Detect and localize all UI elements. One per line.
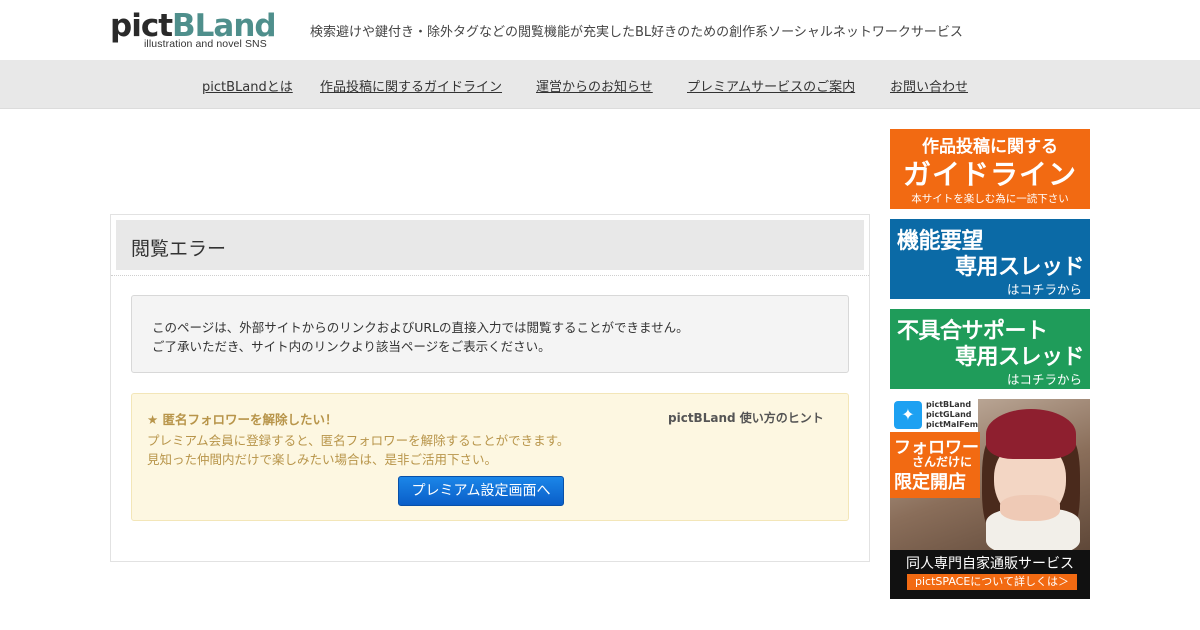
pictspace-details-link[interactable]: pictSPACEについて詳しくは＞ bbox=[907, 574, 1077, 590]
banner-photo-hat bbox=[986, 409, 1076, 459]
sns-box: ✦ pictBLand pictGLand pictMalFem bbox=[890, 399, 978, 432]
guideline-banner-line-2: ガイドライン bbox=[902, 158, 1077, 191]
site-tagline: 検索避けや鍵付き・除外タグなどの閲覧機能が充実したBL好きのための創作系ソーシャ… bbox=[310, 25, 963, 40]
feature-request-line-2: 専用スレッド bbox=[954, 255, 1085, 280]
feature-request-line-3: はコチラから bbox=[1006, 282, 1082, 297]
follower-line-3: 限定開店 bbox=[894, 472, 966, 493]
sns-name-3: pictMalFem bbox=[926, 420, 979, 429]
site-logo[interactable]: pictBLand illustration and novel SNS bbox=[110, 8, 277, 52]
banner-photo-hands bbox=[1000, 495, 1060, 521]
bug-support-banner[interactable]: 不具合サポート 専用スレッド はコチラから bbox=[890, 309, 1090, 389]
sns-name-2: pictGLand bbox=[926, 410, 972, 419]
error-panel: 閲覧エラー このページは、外部サイトからのリンクおよびURLの直接入力では閲覧す… bbox=[110, 214, 870, 562]
hint-title: ★ 匿名フォロワーを解除したい！ bbox=[147, 412, 338, 427]
bug-support-line-2: 専用スレッド bbox=[954, 345, 1085, 370]
feature-request-banner[interactable]: 機能要望 専用スレッド はコチラから bbox=[890, 219, 1090, 299]
nav-item-about[interactable]: pictBLandとは bbox=[202, 76, 293, 95]
panel-divider bbox=[111, 275, 869, 276]
pictspace-banner[interactable]: ✦ pictBLand pictGLand pictMalFem フォロワー さ… bbox=[890, 399, 1090, 599]
follower-only-box: フォロワー さんだけに 限定開店 bbox=[890, 432, 980, 498]
logo-subtitle: illustration and novel SNS bbox=[144, 38, 267, 50]
panel-header: 閲覧エラー bbox=[116, 220, 864, 270]
nav-item-guidelines[interactable]: 作品投稿に関するガイドライン bbox=[320, 76, 502, 95]
nav-item-news[interactable]: 運営からのお知らせ bbox=[536, 76, 653, 95]
premium-settings-button[interactable]: プレミアム設定画面へ bbox=[398, 476, 564, 506]
pictspace-footer-line-1: 同人専門自家通販サービス bbox=[906, 556, 1074, 572]
hint-label: pictBLand 使い方のヒント bbox=[668, 411, 824, 425]
main-nav: pictBLandとは 作品投稿に関するガイドライン 運営からのお知らせ プレミ… bbox=[0, 60, 1200, 109]
nav-item-contact[interactable]: お問い合わせ bbox=[890, 76, 968, 95]
site-header: pictBLand illustration and novel SNS 検索避… bbox=[0, 0, 1200, 60]
sns-names: pictBLand pictGLand pictMalFem bbox=[926, 400, 978, 430]
hint-body-line-2: 見知った仲間内だけで楽しみたい場合は、是非ご活用下さい。 bbox=[147, 452, 498, 467]
usage-hint-box: ★ 匿名フォロワーを解除したい！ pictBLand 使い方のヒント プレミアム… bbox=[131, 393, 849, 521]
bug-support-line-3: はコチラから bbox=[1006, 372, 1082, 387]
notice-line-1: このページは、外部サイトからのリンクおよびURLの直接入力では閲覧することができ… bbox=[152, 320, 689, 335]
sns-name-1: pictBLand bbox=[926, 400, 972, 409]
notice-line-2: ご了承いただき、サイト内のリンクより該当ページをご表示ください。 bbox=[152, 339, 551, 354]
twitter-bird-icon: ✦ bbox=[894, 401, 922, 429]
guideline-banner-line-3: 本サイトを楽しむ為に一読下さい bbox=[911, 193, 1069, 205]
pictspace-footer: 同人専門自家通販サービス pictSPACEについて詳しくは＞ bbox=[890, 550, 1090, 599]
page-title: 閲覧エラー bbox=[131, 238, 227, 260]
nav-item-premium[interactable]: プレミアムサービスのご案内 bbox=[687, 76, 855, 95]
hint-body-line-1: プレミアム会員に登録すると、匿名フォロワーを解除することができます。 bbox=[147, 433, 570, 448]
guideline-banner[interactable]: 作品投稿に関する ガイドライン 本サイトを楽しむ為に一読下さい bbox=[890, 129, 1090, 209]
error-notice: このページは、外部サイトからのリンクおよびURLの直接入力では閲覧することができ… bbox=[131, 295, 849, 373]
